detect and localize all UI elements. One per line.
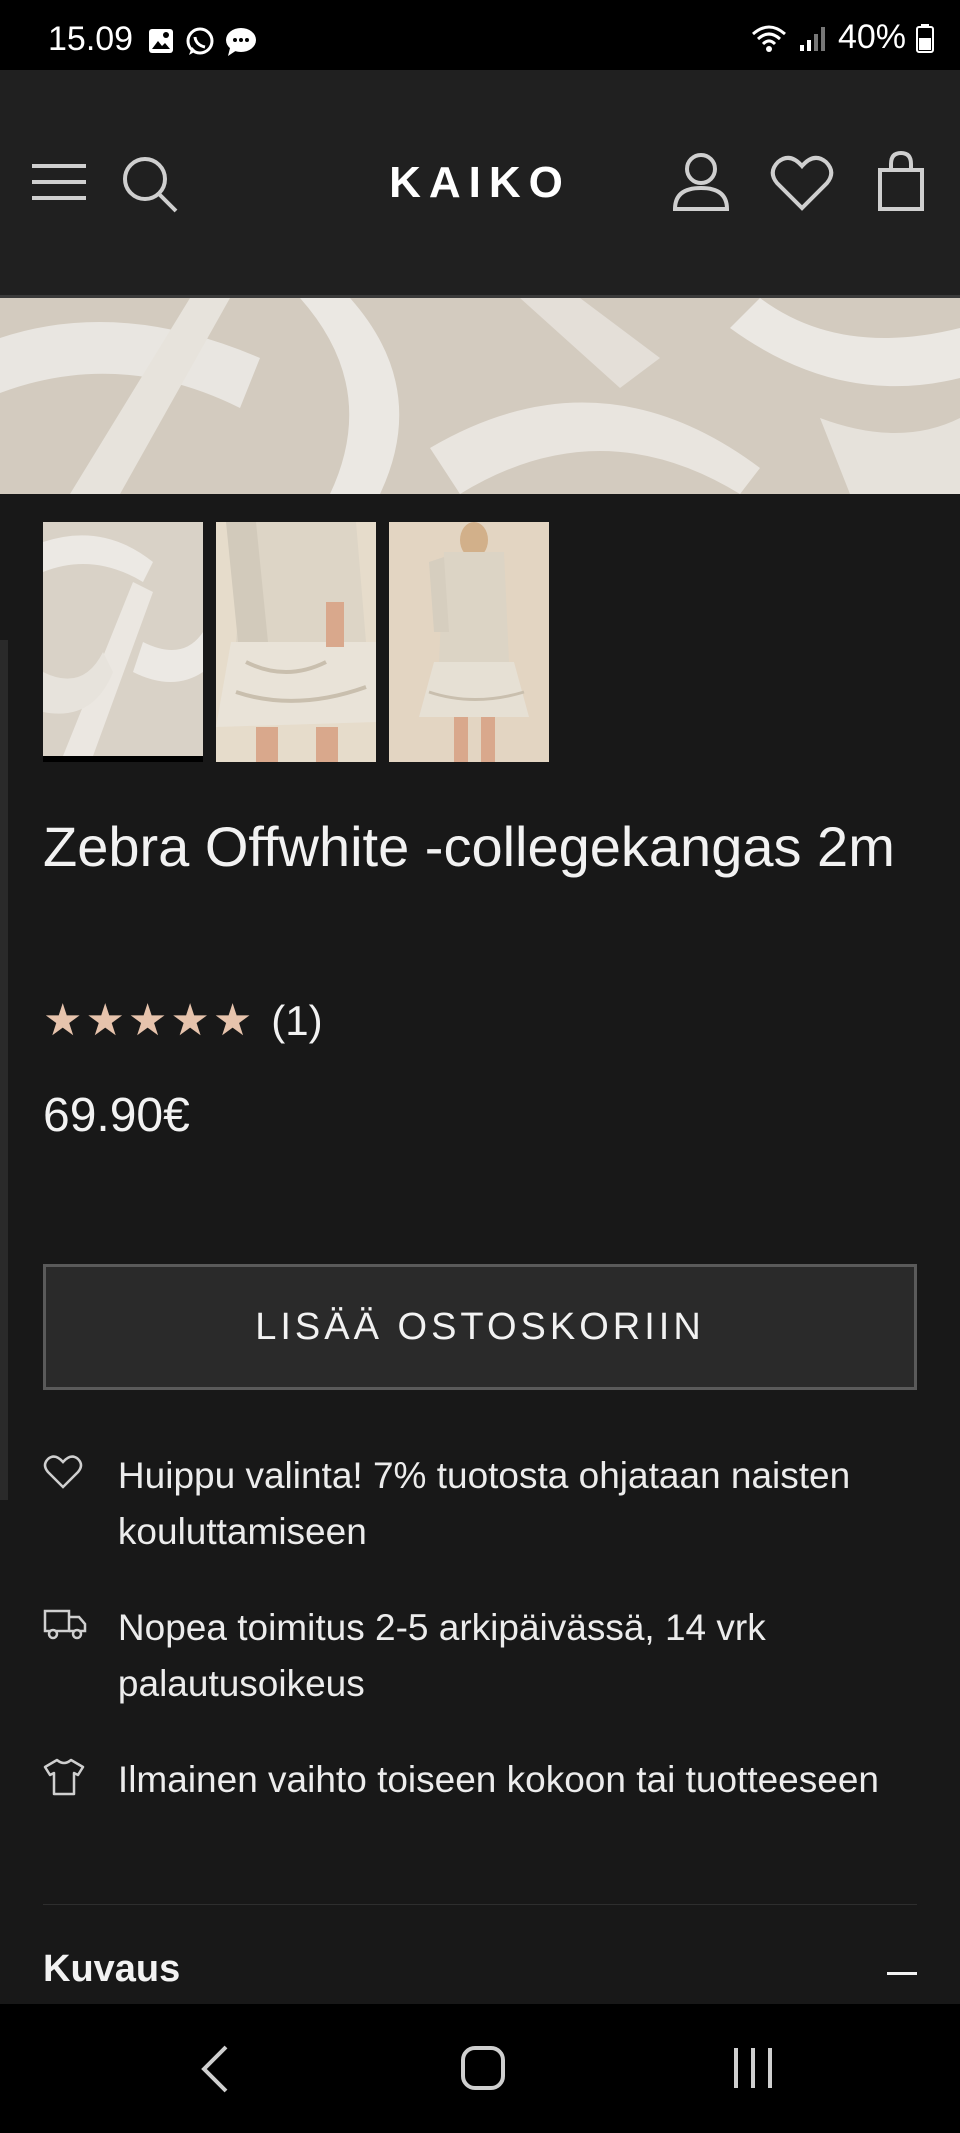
battery-icon bbox=[916, 23, 934, 53]
review-count[interactable]: (1) bbox=[271, 997, 322, 1045]
site-header: KAIKO bbox=[0, 70, 960, 298]
home-icon[interactable] bbox=[460, 2044, 506, 2097]
back-icon[interactable] bbox=[198, 2044, 232, 2099]
feature-text: Ilmainen vaihto toiseen kokoon tai tuott… bbox=[117, 1759, 879, 1800]
feature-item: Nopea toimitus 2-5 arkipäivässä, 14 vrk … bbox=[43, 1600, 917, 1712]
thumbnail-dress-model[interactable] bbox=[389, 522, 549, 762]
truck-icon bbox=[43, 1600, 118, 1712]
whatsapp-icon bbox=[186, 27, 214, 55]
messages-icon bbox=[226, 28, 256, 56]
status-time: 15.09 bbox=[48, 20, 134, 58]
divider bbox=[43, 1904, 917, 1905]
scroll-indicator bbox=[0, 640, 8, 1500]
product-price: 69.90€ bbox=[43, 1089, 190, 1142]
wifi-icon bbox=[751, 25, 786, 52]
accordion-label: Kuvaus bbox=[43, 1948, 181, 1990]
star-icon: ★ bbox=[43, 996, 83, 1045]
star-icon: ★ bbox=[85, 996, 125, 1045]
heart-icon bbox=[43, 1448, 118, 1560]
gallery-icon bbox=[149, 29, 173, 53]
account-icon[interactable] bbox=[672, 152, 730, 217]
description-accordion[interactable]: Kuvaus bbox=[43, 1948, 917, 2004]
system-nav-bar bbox=[0, 2004, 960, 2133]
product-rating[interactable]: ★ ★ ★ ★ ★ (1) bbox=[43, 995, 323, 1046]
product-title: Zebra Offwhite -collegekangas 2m bbox=[43, 815, 895, 878]
cart-icon[interactable] bbox=[876, 150, 926, 217]
thumbnail-fabric[interactable] bbox=[43, 522, 203, 762]
star-icon: ★ bbox=[212, 996, 253, 1045]
product-main-image[interactable] bbox=[0, 298, 960, 494]
feature-item: Ilmainen vaihto toiseen kokoon tai tuott… bbox=[43, 1752, 917, 1808]
status-bar: 15.09 40% bbox=[0, 0, 960, 70]
status-right: 40% bbox=[750, 18, 934, 57]
notification-icons bbox=[146, 26, 258, 58]
feature-text: Huippu valinta! 7% tuotosta ohjataan nai… bbox=[117, 1455, 851, 1552]
recents-icon[interactable] bbox=[730, 2044, 776, 2097]
add-to-cart-button[interactable]: LISÄÄ OSTOSKORIIN bbox=[43, 1264, 917, 1390]
collapse-icon[interactable] bbox=[887, 1972, 917, 1975]
thumbnail-dress-closeup[interactable] bbox=[216, 522, 376, 762]
tshirt-icon bbox=[43, 1752, 118, 1808]
star-icon: ★ bbox=[127, 996, 168, 1045]
star-icon: ★ bbox=[170, 996, 210, 1045]
feature-text: Nopea toimitus 2-5 arkipäivässä, 14 vrk … bbox=[117, 1607, 766, 1704]
signal-icon bbox=[799, 26, 825, 51]
wishlist-icon[interactable] bbox=[770, 154, 834, 217]
thumbnail-gallery bbox=[43, 522, 549, 762]
battery-percent: 40% bbox=[837, 18, 906, 56]
zebra-pattern-image bbox=[0, 298, 960, 494]
feature-item: Huippu valinta! 7% tuotosta ohjataan nai… bbox=[43, 1448, 917, 1560]
